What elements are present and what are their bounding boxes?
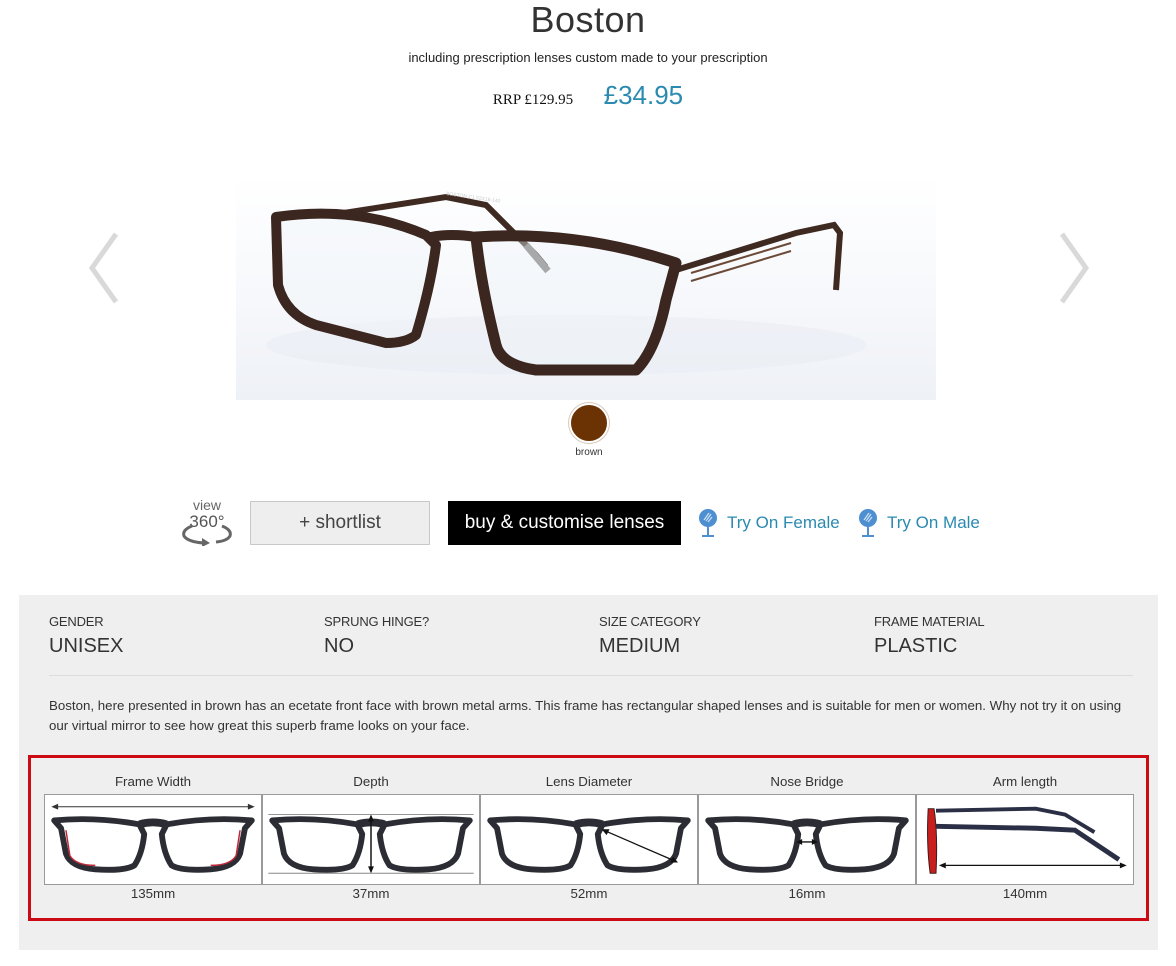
try-on-male-link[interactable]: Try On Male [857, 507, 980, 539]
measurement-value: 52mm [570, 886, 608, 901]
view-360-button[interactable]: view 360° [178, 498, 236, 548]
spec-sprung-hinge: SPRUNG HINGE? NO [324, 614, 429, 658]
spec-value: PLASTIC [874, 635, 958, 657]
gallery-next-button[interactable] [1054, 228, 1094, 308]
arm-length-illustration [927, 806, 1127, 874]
spec-value: UNISEX [49, 635, 124, 657]
view360-label-top: view [192, 497, 221, 513]
measurement-value: 16mm [788, 886, 826, 901]
measurements-section: Frame Width 135mm Depth 37mm Lens Diamet… [28, 755, 1149, 921]
mirror-icon [859, 509, 877, 537]
measurement-label: Frame Width [114, 774, 192, 789]
measurement-label: Lens Diameter [545, 774, 633, 789]
rrp-price: RRP £129.95 [492, 92, 574, 108]
chevron-right-icon [1059, 232, 1090, 304]
measurement-value: 140mm [1002, 886, 1048, 901]
measurement-label: Depth [353, 774, 389, 789]
spec-value: NO [324, 635, 354, 657]
spec-gender: GENDER UNISEX [49, 614, 123, 658]
spec-label: SIZE CATEGORY [599, 614, 701, 629]
lens-diameter-diagram [480, 794, 698, 885]
measurement-label: Nose Bridge [770, 774, 844, 789]
spec-label: SPRUNG HINGE? [324, 614, 430, 629]
shortlist-button[interactable]: + shortlist [250, 501, 430, 545]
try-on-male-label: Try On Male [887, 513, 980, 532]
spec-frame-material: FRAME MATERIAL PLASTIC [874, 614, 985, 658]
gallery-prev-button[interactable] [84, 228, 124, 308]
sale-price: £34.95 [603, 80, 684, 110]
frame-width-illustration [51, 803, 255, 873]
product-image: BOSTON C1 52X16-140 [236, 175, 936, 400]
arm-length-diagram [916, 794, 1134, 885]
product-description: Boston, here presented in brown has an e… [49, 698, 1122, 733]
measurement-value: 135mm [130, 886, 176, 901]
spec-value: MEDIUM [599, 635, 681, 657]
spec-size-category: SIZE CATEGORY MEDIUM [599, 614, 701, 658]
color-swatch-brown[interactable] [569, 403, 609, 443]
spec-label: FRAME MATERIAL [874, 614, 985, 629]
mirror-icon [699, 509, 717, 537]
rotate-360-icon [182, 524, 232, 546]
frame-width-diagram [44, 794, 262, 885]
spec-label: GENDER [49, 614, 104, 629]
depth-diagram [262, 794, 480, 885]
nose-bridge-illustration [705, 816, 909, 873]
measurement-value: 37mm [352, 886, 390, 901]
buy-customise-lenses-button[interactable]: buy & customise lenses [448, 501, 681, 545]
product-subtitle: including prescription lenses custom mad… [408, 50, 768, 65]
try-on-female-link[interactable]: Try On Female [697, 507, 840, 539]
divider [49, 675, 1133, 676]
product-title: Boston [530, 0, 646, 40]
try-on-female-label: Try On Female [727, 513, 840, 532]
glasses-photo: BOSTON C1 52X16-140 [266, 191, 866, 376]
color-swatch-label: brown [575, 447, 603, 458]
depth-illustration [268, 814, 474, 874]
measurement-label: Arm length [992, 774, 1058, 789]
nose-bridge-diagram [698, 794, 916, 885]
product-details-panel: GENDER UNISEX SPRUNG HINGE? NO SIZE CATE… [19, 595, 1158, 950]
price-row: RRP £129.95 £34.95 [0, 80, 1176, 111]
lens-diameter-illustration [487, 816, 691, 873]
chevron-left-icon [88, 232, 119, 304]
